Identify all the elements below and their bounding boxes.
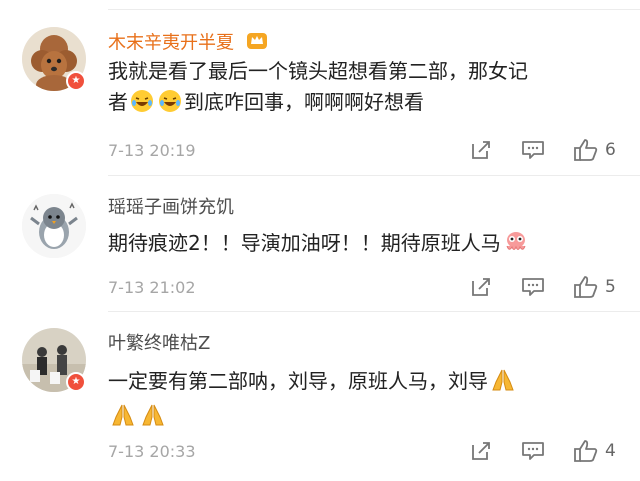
like-button[interactable]: 5	[573, 275, 616, 299]
forward-icon	[472, 442, 490, 460]
laughing-tears-emoji-icon	[158, 89, 182, 122]
like-button[interactable]: 6	[573, 138, 616, 162]
forward-button[interactable]	[470, 440, 492, 462]
penguin-sticker-avatar-icon	[22, 194, 86, 258]
comment-time: 7-13 20:19	[108, 141, 196, 160]
comment-item: 瑶瑶子画饼充饥 期待痕迹2！！导演加油呀！！期待原班人马 7-13 21:02 …	[0, 176, 640, 311]
praying-hands-emoji-icon	[490, 368, 516, 401]
crown-badge-icon	[246, 30, 268, 57]
pink-octopus-emoji-icon	[503, 230, 529, 263]
avatar[interactable]	[22, 194, 86, 258]
username[interactable]: 叶繁终唯枯Z	[108, 332, 210, 356]
verified-badge-icon: ★	[66, 71, 86, 91]
forward-icon	[472, 278, 490, 296]
like-icon	[574, 139, 598, 161]
comment-text: 我就是看了最后一个镜头超想看第二部，那女记 者 到底咋回事，啊啊啊好想看	[108, 56, 608, 122]
comment-time: 7-13 21:02	[108, 278, 196, 297]
like-count: 6	[605, 140, 616, 160]
like-count: 5	[605, 277, 616, 297]
comment-text-line: 者 到底咋回事，啊啊啊好想看	[108, 87, 608, 122]
like-count: 4	[605, 441, 616, 461]
comment-item: ★ 木末辛夷开半夏 我就是看了最后一个镜头超想看第二部，那女记 者 到底咋回事，…	[0, 0, 640, 175]
like-icon	[574, 440, 598, 462]
comment-button[interactable]	[521, 276, 545, 298]
comment-icon	[522, 442, 544, 460]
comment-text: 期待痕迹2！！导演加油呀！！期待原班人马	[108, 228, 608, 263]
like-button[interactable]: 4	[573, 439, 616, 463]
username-text[interactable]: 叶繁终唯枯Z	[108, 333, 210, 354]
comment-text-part: 期待痕迹2！！导演加油呀！！期待原班人马	[108, 231, 501, 255]
like-icon	[574, 276, 598, 298]
comment-text-line: 期待痕迹2！！导演加油呀！！期待原班人马	[108, 228, 608, 263]
username-text[interactable]: 瑶瑶子画饼充饥	[108, 197, 234, 218]
laughing-tears-emoji-icon	[130, 89, 154, 122]
username[interactable]: 木末辛夷开半夏	[108, 30, 268, 57]
comment-item: ★ 叶繁终唯枯Z 一定要有第二部呐，刘导，原班人马，刘导 7-13 20:33 …	[0, 312, 640, 481]
forward-button[interactable]	[470, 276, 492, 298]
comment-text-part: 者	[108, 90, 128, 114]
username-text[interactable]: 木末辛夷开半夏	[108, 33, 234, 54]
comment-time: 7-13 20:33	[108, 442, 196, 461]
comment-icon	[522, 141, 544, 159]
comment-text-line: 一定要有第二部呐，刘导，原班人马，刘导	[108, 366, 608, 401]
comment-text-part: 一定要有第二部呐，刘导，原班人马，刘导	[108, 369, 488, 393]
comment-text: 一定要有第二部呐，刘导，原班人马，刘导	[108, 366, 608, 436]
comment-text-line	[108, 401, 608, 436]
forward-button[interactable]	[470, 139, 492, 161]
username[interactable]: 瑶瑶子画饼充饥	[108, 196, 234, 220]
comment-text-line: 我就是看了最后一个镜头超想看第二部，那女记	[108, 59, 528, 83]
praying-hands-emoji-icon	[110, 403, 136, 436]
comment-button[interactable]	[521, 139, 545, 161]
comment-icon	[522, 278, 544, 296]
verified-badge-icon: ★	[66, 372, 86, 392]
comment-button[interactable]	[521, 440, 545, 462]
forward-icon	[472, 141, 490, 159]
comment-text-part: 到底咋回事，啊啊啊好想看	[184, 90, 424, 114]
praying-hands-emoji-icon	[140, 403, 166, 436]
